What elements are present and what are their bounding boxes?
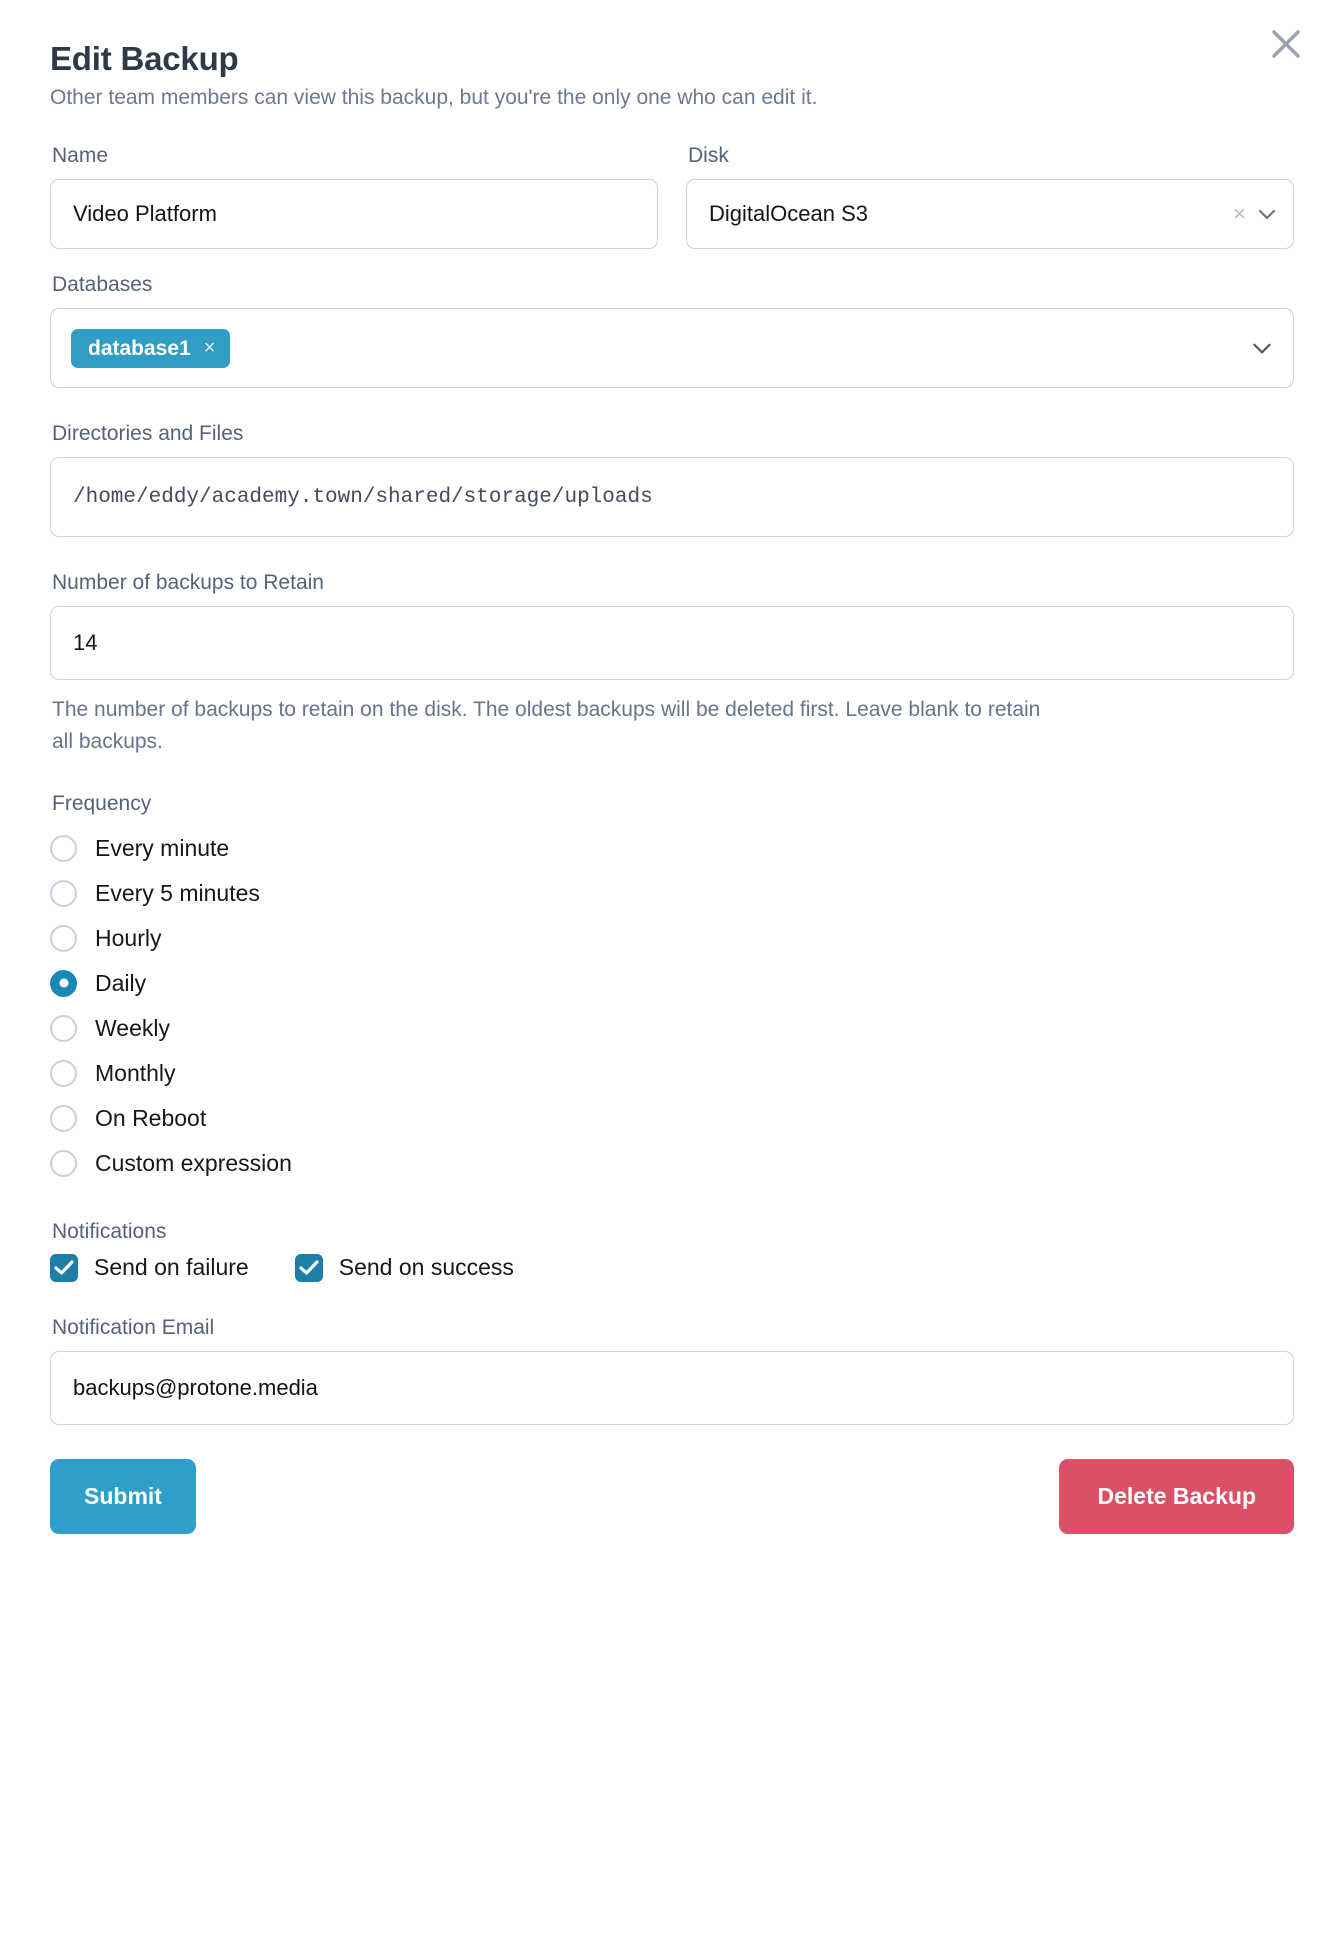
- name-field-group: Name Video Platform: [50, 144, 658, 249]
- frequency-option-on-reboot[interactable]: On Reboot: [50, 1096, 1294, 1141]
- frequency-option-label: Monthly: [95, 1059, 176, 1086]
- notification-option-label: Send on failure: [94, 1254, 249, 1281]
- database-tag[interactable]: database1 ×: [71, 328, 231, 368]
- frequency-option-label: Custom expression: [95, 1149, 292, 1176]
- databases-multiselect[interactable]: database1 ×: [50, 308, 1294, 388]
- notifications-label: Notifications: [52, 1219, 167, 1243]
- notification-option-label: Send on success: [338, 1254, 514, 1281]
- chevron-down-icon[interactable]: [1255, 202, 1279, 226]
- close-icon[interactable]: [1264, 22, 1308, 66]
- radio-icon-selected[interactable]: [50, 969, 77, 997]
- frequency-option-label: Hourly: [95, 924, 162, 951]
- disk-label: Disk: [688, 144, 729, 167]
- submit-button[interactable]: Submit: [50, 1458, 196, 1534]
- name-label: Name: [52, 144, 109, 167]
- directories-field-group: Directories and Files /home/eddy/academy…: [50, 422, 1294, 537]
- notification-option-send-on-success[interactable]: Send on success: [294, 1253, 514, 1282]
- frequency-option-label: On Reboot: [95, 1104, 207, 1131]
- notification-email-input[interactable]: backups@protone.media: [50, 1350, 1294, 1425]
- retain-field-group: Number of backups to Retain 14 The numbe…: [50, 571, 1294, 758]
- databases-label: Databases: [52, 273, 153, 296]
- disk-select-icons: ×: [1233, 202, 1279, 226]
- frequency-option-hourly[interactable]: Hourly: [50, 916, 1294, 961]
- checkbox-icon-checked[interactable]: [294, 1253, 323, 1282]
- radio-icon[interactable]: [50, 1059, 77, 1087]
- databases-field-group: Databases database1 ×: [50, 273, 1294, 388]
- notification-email-label: Notification Email: [52, 1315, 215, 1339]
- edit-backup-dialog: Edit Backup Other team members can view …: [0, 0, 1344, 1943]
- notification-email-field-group: Notification Email backups@protone.media: [50, 1316, 1294, 1425]
- dialog-subtitle: Other team members can view this backup,…: [50, 86, 818, 109]
- checkbox-icon-checked[interactable]: [50, 1253, 78, 1282]
- clear-icon[interactable]: ×: [1233, 203, 1246, 225]
- frequency-option-label: Every 5 minutes: [95, 879, 260, 906]
- notifications-group: Notifications Send on failure Send on su…: [50, 1220, 1294, 1282]
- radio-icon[interactable]: [50, 924, 77, 952]
- directories-label: Directories and Files: [52, 422, 244, 445]
- frequency-label: Frequency: [52, 791, 152, 815]
- disk-field-group: Disk DigitalOcean S3 ×: [686, 144, 1294, 249]
- radio-icon[interactable]: [50, 834, 77, 862]
- notification-option-send-on-failure[interactable]: Send on failure: [50, 1253, 249, 1282]
- remove-tag-icon[interactable]: ×: [204, 338, 216, 358]
- retain-label: Number of backups to Retain: [52, 571, 324, 594]
- disk-select[interactable]: DigitalOcean S3 ×: [686, 179, 1294, 249]
- radio-icon[interactable]: [50, 879, 77, 907]
- databases-tag-list: database1 ×: [71, 328, 231, 368]
- retain-help-text: The number of backups to retain on the d…: [52, 698, 1041, 753]
- frequency-radio-list: Every minute Every 5 minutes Hourly Dail…: [50, 826, 1294, 1186]
- retain-input[interactable]: 14: [50, 606, 1294, 680]
- chevron-down-icon[interactable]: [1249, 335, 1275, 361]
- frequency-option-monthly[interactable]: Monthly: [50, 1051, 1294, 1096]
- frequency-group: Frequency Every minute Every 5 minutes H…: [50, 792, 1294, 1186]
- radio-icon[interactable]: [50, 1104, 77, 1132]
- directories-input[interactable]: /home/eddy/academy.town/shared/storage/u…: [50, 457, 1294, 537]
- dialog-actions: Submit Delete Backup: [50, 1458, 1294, 1584]
- name-input[interactable]: Video Platform: [50, 179, 658, 249]
- notifications-checkbox-list: Send on failure Send on success: [50, 1253, 1294, 1282]
- name-disk-row: Name Video Platform Disk DigitalOcean S3…: [50, 144, 1294, 249]
- page-title: Edit Backup: [50, 40, 239, 77]
- frequency-option-label: Daily: [95, 969, 147, 996]
- frequency-option-every-5-minutes[interactable]: Every 5 minutes: [50, 871, 1294, 916]
- frequency-option-custom-expression[interactable]: Custom expression: [50, 1141, 1294, 1186]
- disk-selected-value: DigitalOcean S3: [709, 201, 868, 226]
- frequency-option-label: Weekly: [95, 1014, 170, 1041]
- radio-icon[interactable]: [50, 1149, 77, 1177]
- frequency-option-every-minute[interactable]: Every minute: [50, 826, 1294, 871]
- delete-backup-button[interactable]: Delete Backup: [1059, 1458, 1294, 1534]
- database-tag-label: database1: [88, 336, 191, 360]
- radio-icon[interactable]: [50, 1014, 77, 1042]
- frequency-option-weekly[interactable]: Weekly: [50, 1006, 1294, 1051]
- frequency-option-daily[interactable]: Daily: [50, 961, 1294, 1006]
- frequency-option-label: Every minute: [95, 834, 230, 861]
